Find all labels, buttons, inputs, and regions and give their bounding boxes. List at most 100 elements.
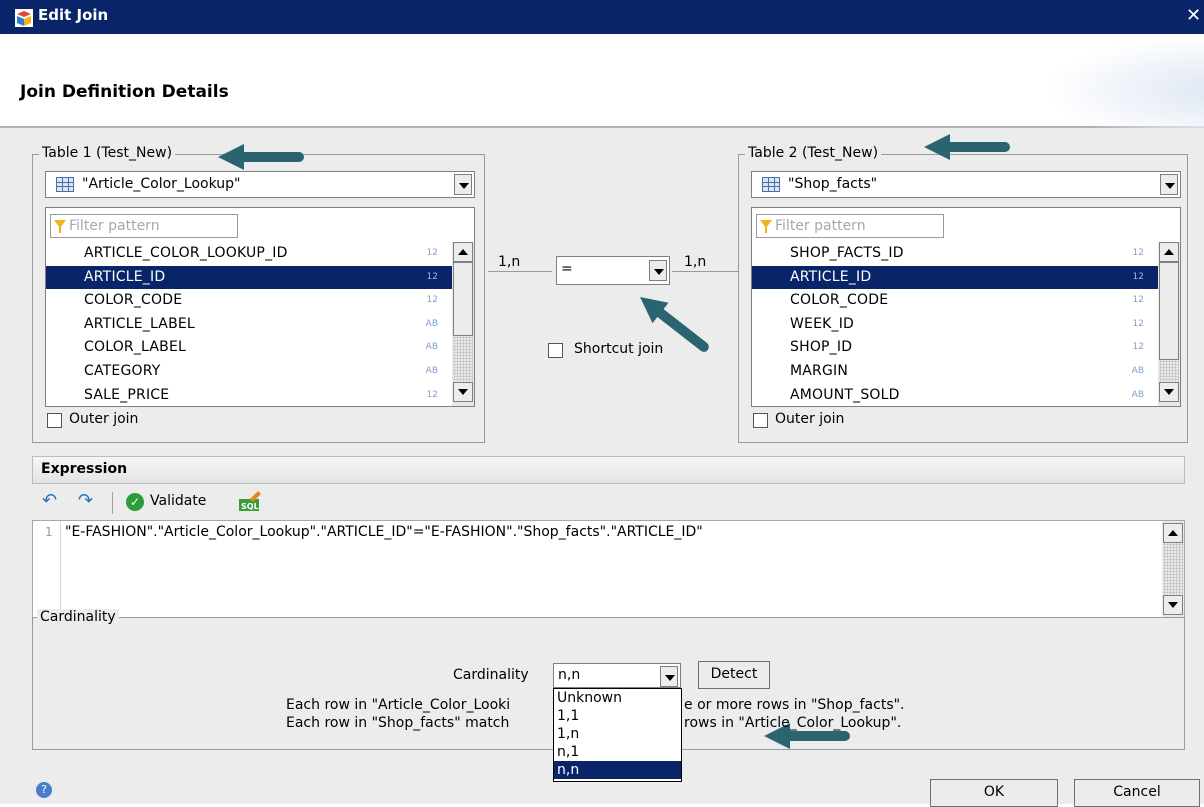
cardinality-select[interactable]: n,n (553, 663, 681, 688)
list-item[interactable]: AMOUNT_SOLD AB (752, 384, 1158, 406)
column-name: SHOP_FACTS_ID (790, 245, 904, 261)
text-type-icon: AB (1131, 389, 1144, 400)
column-name: WEEK_ID (790, 315, 855, 332)
annotation-arrow-icon (924, 134, 1010, 160)
numeric-type-icon: 12 (426, 271, 438, 282)
filter-icon (760, 220, 772, 233)
numeric-type-icon: 12 (1132, 271, 1144, 282)
join-operator-value: = (561, 261, 573, 277)
list-item[interactable]: CATEGORY AB (46, 360, 452, 384)
column-name: ARTICLE_COLOR_LOOKUP_ID (84, 245, 288, 261)
table2-column-list[interactable]: Filter pattern SHOP_FACTS_ID 12 ARTICLE_I… (751, 207, 1181, 407)
scroll-track[interactable] (453, 336, 473, 382)
scroll-up-icon[interactable] (1159, 242, 1179, 262)
cardinality-option[interactable]: Unknown (554, 689, 681, 707)
shortcut-join-checkbox[interactable] (548, 343, 563, 358)
line-number: 1 (45, 525, 53, 539)
annotation-arrow-icon (218, 144, 304, 170)
help-icon[interactable]: ? (36, 782, 52, 798)
list-item[interactable]: COLOR_CODE 12 (46, 289, 452, 313)
table2-scrollbar[interactable] (1158, 242, 1180, 406)
validate-check-icon[interactable]: ✓ (126, 493, 144, 511)
cardinality-description-2b: rows in "Article_Color_Lookup". (684, 715, 902, 731)
expression-editor[interactable]: 1 "E-FASHION"."Article_Color_Lookup"."AR… (32, 520, 1185, 618)
list-item[interactable]: WEEK_ID 12 (752, 313, 1158, 337)
column-name: COLOR_CODE (84, 292, 183, 309)
scroll-down-icon[interactable] (453, 382, 473, 402)
list-item[interactable]: MARGIN AB (752, 360, 1158, 384)
app-icon (15, 9, 33, 27)
list-item[interactable]: COLOR_LABEL AB (46, 336, 452, 360)
text-type-icon: AB (425, 365, 438, 376)
chevron-down-icon[interactable] (660, 666, 678, 687)
table2-filter-input[interactable]: Filter pattern (756, 214, 944, 238)
column-name: COLOR_LABEL (84, 339, 186, 356)
detect-button[interactable]: Detect (698, 661, 770, 689)
window-title: Edit Join (38, 6, 109, 24)
table1-select[interactable]: "Article_Color_Lookup" (45, 171, 475, 198)
scroll-down-icon[interactable] (1159, 382, 1179, 402)
scroll-track[interactable] (1163, 543, 1183, 595)
cardinality-option[interactable]: n,1 (554, 743, 681, 761)
undo-icon[interactable]: ↶ (42, 490, 57, 511)
cardinality-label: Cardinality (453, 667, 529, 683)
chevron-down-icon[interactable] (1160, 174, 1178, 195)
list-item[interactable]: SALE_PRICE 12 (46, 384, 452, 406)
table2-select[interactable]: "Shop_facts" (751, 171, 1181, 198)
list-item[interactable]: ARTICLE_COLOR_LOOKUP_ID 12 (46, 242, 452, 266)
scroll-up-icon[interactable] (453, 242, 473, 262)
list-item[interactable]: COLOR_CODE 12 (752, 289, 1158, 313)
cancel-button[interactable]: Cancel (1074, 779, 1200, 807)
list-item[interactable]: ARTICLE_LABEL AB (46, 313, 452, 337)
table1-outer-join-checkbox[interactable] (47, 413, 62, 428)
scroll-down-icon[interactable] (1163, 595, 1183, 615)
validate-button[interactable]: Validate (150, 493, 206, 509)
cardinality-option-selected[interactable]: n,n (554, 761, 681, 779)
column-name: MARGIN (790, 362, 849, 379)
list-item-selected[interactable]: ARTICLE_ID 12 (752, 265, 1158, 290)
scroll-thumb[interactable] (453, 262, 473, 336)
ok-button[interactable]: OK (930, 779, 1058, 807)
table1-select-value: "Article_Color_Lookup" (82, 176, 241, 192)
column-name: CATEGORY (84, 362, 161, 379)
chevron-down-icon[interactable] (454, 174, 472, 195)
scroll-thumb[interactable] (1159, 262, 1179, 360)
list-item-selected[interactable]: ARTICLE_ID 12 (46, 265, 452, 290)
table-icon (762, 177, 780, 192)
table2-outer-join-checkbox[interactable] (753, 413, 768, 428)
text-type-icon: AB (1131, 365, 1144, 376)
table1-column-list[interactable]: Filter pattern ARTICLE_COLOR_LOOKUP_ID 12… (45, 207, 475, 407)
numeric-type-icon: 12 (426, 389, 438, 400)
table1-rows: ARTICLE_COLOR_LOOKUP_ID 12 ARTICLE_ID 12 C… (46, 242, 452, 406)
table1-scrollbar[interactable] (452, 242, 474, 406)
expression-scrollbar[interactable] (1162, 521, 1184, 617)
table2-rows: SHOP_FACTS_ID 12 ARTICLE_ID 12 COLOR_CODE 1… (752, 242, 1158, 406)
ok-button-label: OK (983, 784, 1005, 800)
column-name: SALE_PRICE (84, 386, 170, 403)
cardinality-option[interactable]: 1,n (554, 725, 681, 743)
text-type-icon: AB (425, 342, 438, 353)
expression-text[interactable]: "E-FASHION"."Article_Color_Lookup"."ARTI… (65, 524, 703, 540)
table1-filter-input[interactable]: Filter pattern (50, 214, 238, 238)
line-gutter: 1 (33, 521, 61, 617)
table1-outer-join-label: Outer join (69, 411, 139, 427)
scroll-up-icon[interactable] (1163, 523, 1183, 543)
join-operator-select[interactable]: = (556, 256, 670, 285)
column-name: COLOR_CODE (790, 292, 889, 309)
cardinality-dropdown-list[interactable]: Unknown 1,1 1,n n,1 n,n (553, 688, 682, 782)
filter-icon (54, 220, 66, 233)
list-item[interactable]: SHOP_ID 12 (752, 336, 1158, 360)
cardinality-option[interactable]: 1,1 (554, 707, 681, 725)
column-name: ARTICLE_LABEL (84, 315, 195, 332)
scroll-track[interactable] (1159, 360, 1179, 382)
cardinality-description-1b: e or more rows in "Shop_facts". (684, 697, 905, 713)
table2-filter-placeholder: Filter pattern (775, 218, 866, 234)
expression-header: Expression (32, 456, 1185, 484)
redo-icon[interactable]: ↷ (78, 490, 93, 511)
close-icon[interactable]: ✕ (1186, 5, 1201, 26)
chevron-down-icon[interactable] (649, 260, 667, 281)
list-item[interactable]: SHOP_FACTS_ID 12 (752, 242, 1158, 266)
toolbar-divider (112, 492, 113, 514)
table1-group: Table 1 (Test_New) "Article_Color_Lookup… (32, 145, 485, 443)
sql-icon[interactable]: SQL (238, 490, 262, 512)
